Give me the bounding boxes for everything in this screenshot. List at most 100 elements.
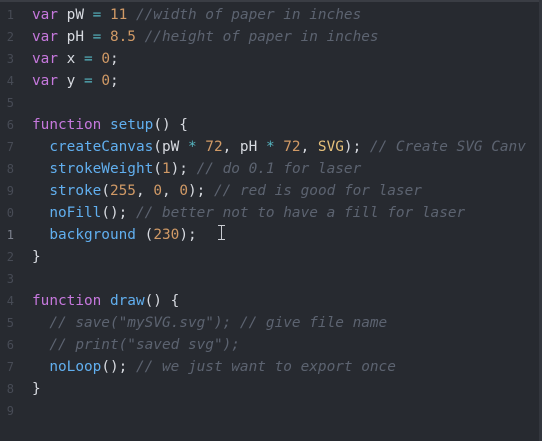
code-token: ); <box>170 161 197 177</box>
code-token: * <box>265 139 284 155</box>
code-line[interactable]: 1 var pW = 11 //width of paper in inches <box>0 4 542 26</box>
code-token: // we just want to export once <box>135 359 396 375</box>
code-token: , <box>135 183 154 199</box>
code-token: (); <box>101 205 136 221</box>
code-token: noFill <box>49 205 102 221</box>
code-line[interactable]: 8 strokeWeight(1); // do 0.1 for laser <box>0 158 542 180</box>
code-token: 0 <box>179 183 188 199</box>
code-line[interactable]: 5 <box>0 92 542 114</box>
code-token: // better not to have a fill for laser <box>135 205 466 221</box>
code-text: } <box>32 246 41 268</box>
code-token: SVG <box>317 139 344 155</box>
code-line[interactable]: 6 function setup() { <box>0 114 542 136</box>
code-text: noFill(); // better not to have a fill f… <box>32 202 465 224</box>
code-token: // save("mySVG.svg"); // give file name <box>49 315 388 331</box>
code-line[interactable]: 4 function draw() { <box>0 290 542 312</box>
code-token: 11 <box>109 7 136 23</box>
code-token: (pW <box>153 139 188 155</box>
code-token: 72 <box>205 139 223 155</box>
code-area[interactable]: 1 var pW = 11 //width of paper in inches 2… <box>0 4 542 422</box>
code-editor[interactable]: 1 var pW = 11 //width of paper in inches 2… <box>0 0 542 441</box>
code-token: = <box>83 73 102 89</box>
line-number: 1 <box>6 8 14 22</box>
code-token: var <box>32 29 67 45</box>
code-line[interactable]: 3 var x = 0; <box>0 48 542 70</box>
code-text: function draw() { <box>32 290 179 312</box>
code-token: * <box>187 139 206 155</box>
code-token: // Create SVG Canv <box>369 139 526 155</box>
line-number: 4 <box>6 74 14 88</box>
code-line[interactable]: 7 createCanvas(pW * 72, pH * 72, SVG); /… <box>0 136 542 158</box>
code-line[interactable]: 6 // print("saved svg"); <box>0 334 542 356</box>
code-token: // red is good for laser <box>213 183 422 199</box>
code-token: = <box>83 51 102 67</box>
code-line[interactable]: 9 <box>0 400 542 422</box>
code-line[interactable]: 8} <box>0 378 542 400</box>
code-token: pH <box>66 29 93 45</box>
code-token: var <box>32 51 67 67</box>
code-token: 230 <box>153 227 180 243</box>
code-text: var pW = 11 //width of paper in inches <box>32 4 361 26</box>
code-token: x <box>66 51 84 67</box>
code-token: stroke <box>49 183 102 199</box>
code-token: var <box>32 7 67 23</box>
code-line[interactable]: 4 var y = 0; <box>0 70 542 92</box>
code-token: = <box>92 29 110 45</box>
code-text: var pH = 8.5 //height of paper in inches <box>32 26 379 48</box>
code-line[interactable]: 3 <box>0 268 542 290</box>
code-token: , pH <box>222 139 266 155</box>
line-number: 4 <box>6 294 14 308</box>
code-token: ( <box>153 161 162 177</box>
code-line[interactable]: 2} <box>0 246 542 268</box>
code-line[interactable]: 2 var pH = 8.5 //height of paper in inche… <box>0 26 542 48</box>
code-line[interactable]: 9 stroke(255, 0, 0); // red is good for … <box>0 180 542 202</box>
line-number: 8 <box>6 382 14 396</box>
code-token: 255 <box>109 183 136 199</box>
code-token: = <box>92 7 110 23</box>
line-number: 2 <box>6 250 14 264</box>
code-token: } <box>32 381 41 397</box>
code-token: 0 <box>101 51 110 67</box>
code-token: setup <box>109 117 154 133</box>
line-number: 7 <box>6 140 14 154</box>
code-token: , <box>161 183 180 199</box>
code-token: ; <box>109 51 119 67</box>
code-token: ); <box>187 183 214 199</box>
code-text: // print("saved svg"); <box>32 334 240 356</box>
code-token: background <box>49 227 145 243</box>
code-token: } <box>32 249 41 265</box>
line-number: 1 <box>6 228 14 242</box>
code-token: draw <box>109 293 145 309</box>
code-line[interactable]: 1 background (230); <box>0 224 542 246</box>
line-number: 2 <box>6 30 14 44</box>
code-token: ); <box>179 227 197 243</box>
line-number: 7 <box>6 360 14 374</box>
code-token: ( <box>144 227 154 243</box>
code-token: y <box>66 73 84 89</box>
code-token: (); <box>101 359 136 375</box>
code-line[interactable]: 0 noFill(); // better not to have a fill… <box>0 202 542 224</box>
code-text: background (230); <box>32 224 197 246</box>
code-token: () { <box>153 117 188 133</box>
code-token: //height of paper in inches <box>144 29 379 45</box>
line-number: 8 <box>6 162 14 176</box>
code-token: //width of paper in inches <box>135 7 362 23</box>
code-line[interactable]: 7 noLoop(); // we just want to export on… <box>0 356 542 378</box>
line-number: 5 <box>6 316 14 330</box>
code-line[interactable]: 5 // save("mySVG.svg"); // give file nam… <box>0 312 542 334</box>
code-token: noLoop <box>49 359 102 375</box>
line-number: 3 <box>6 272 14 286</box>
line-number: 9 <box>6 184 14 198</box>
code-token: 0 <box>153 183 162 199</box>
code-token: ; <box>109 73 119 89</box>
line-number: 6 <box>6 338 14 352</box>
code-token: function <box>32 117 110 133</box>
code-text: var x = 0; <box>32 48 119 70</box>
code-token: () { <box>144 293 180 309</box>
